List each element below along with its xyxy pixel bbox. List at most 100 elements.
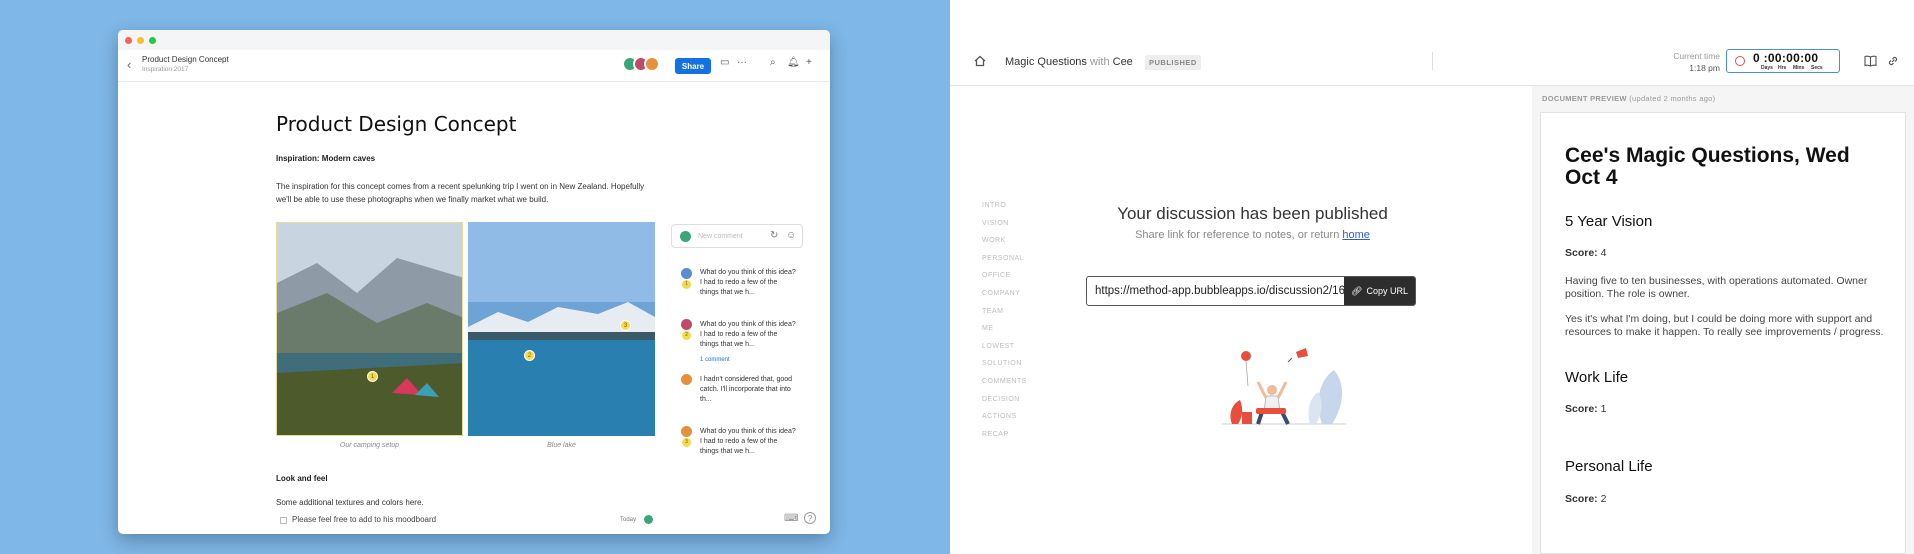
help-icon[interactable]: ?: [804, 512, 816, 524]
nav-item-recap[interactable]: RECAP: [982, 431, 1027, 449]
share-url-text[interactable]: https://method-app.bubbleapps.io/discuss…: [1095, 285, 1371, 297]
todo-text[interactable]: Please feel free to add to his moodboard: [292, 515, 436, 524]
timer-label: Hrs: [1778, 65, 1787, 71]
avatar: [681, 319, 692, 330]
collaborator-avatars[interactable]: [622, 56, 660, 72]
app-header: Magic Questions with Cee PUBLISHED Curre…: [950, 40, 1914, 86]
doc-title-small: Product Design Concept: [142, 55, 229, 64]
comment-number: 2: [682, 331, 691, 340]
avatar[interactable]: [644, 56, 660, 72]
timer-digits: 0 :00:00:00: [1753, 51, 1819, 65]
copy-url-button[interactable]: 🔗︎ Copy URL: [1344, 277, 1415, 305]
doc-title[interactable]: Product Design Concept: [276, 112, 516, 136]
comment-text[interactable]: What do you think of this idea? I had to…: [700, 427, 798, 457]
preview-document[interactable]: Cee's Magic Questions, Wed Oct 4 5 Year …: [1540, 112, 1906, 554]
copy-url-label: Copy URL: [1366, 286, 1408, 296]
current-time: 1:18 pm: [1689, 63, 1720, 73]
published-subtext-prefix: Share link for reference to notes, or re…: [1135, 229, 1340, 241]
comment-number: 1: [682, 280, 691, 289]
current-time-label: Current time: [1673, 51, 1720, 61]
screenshot-stage: { "left": { "toolbar": { "doc_title": "P…: [0, 0, 1914, 554]
add-icon[interactable]: +: [806, 57, 812, 68]
home-link[interactable]: home: [1342, 229, 1370, 241]
timer-label: Mins: [1793, 65, 1805, 71]
minimize-window-button[interactable]: [137, 36, 144, 44]
timer-label: Secs: [1811, 65, 1823, 71]
doc-paragraph[interactable]: The inspiration for this concept comes f…: [276, 180, 646, 206]
camping-photo[interactable]: 1: [276, 222, 463, 436]
search-icon[interactable]: ⌕: [770, 57, 776, 68]
comment-replies-link[interactable]: 1 comment: [700, 357, 730, 363]
photo-comment-pin[interactable]: 3: [620, 320, 631, 331]
photo-caption: Blue lake: [547, 442, 576, 449]
more-icon[interactable]: ···: [737, 57, 747, 68]
nav-item-company[interactable]: COMPANY: [982, 290, 1027, 308]
nav-item-actions[interactable]: ACTIONS: [982, 413, 1027, 431]
bell-icon[interactable]: 🔔︎: [787, 57, 800, 68]
nav-item-me[interactable]: ME: [982, 325, 1027, 343]
camping-photo-image: [277, 223, 462, 435]
right-panel: Magic Questions with Cee PUBLISHED Curre…: [950, 0, 1914, 554]
back-arrow-icon[interactable]: ‹: [127, 57, 131, 72]
published-heading: Your discussion has been published: [1117, 204, 1388, 223]
preview-label: DOCUMENT PREVIEW (updated 2 months ago): [1542, 94, 1715, 103]
refresh-icon[interactable]: ↻: [770, 230, 778, 241]
photo-caption: Our camping setup: [339, 442, 400, 449]
photo-comment-pin[interactable]: 2: [524, 350, 535, 361]
countdown-timer[interactable]: 0 :00:00:00 Days Hrs Mins Secs: [1726, 49, 1840, 73]
lake-photo[interactable]: 2 3: [468, 222, 655, 436]
today-label: Today: [620, 517, 637, 523]
section-heading: 5 Year Vision: [1565, 213, 1653, 230]
document-preview-panel: DOCUMENT PREVIEW (updated 2 months ago) …: [1532, 86, 1914, 554]
score-label: Score:: [1565, 403, 1598, 415]
nav-item-personal[interactable]: PERSONAL: [982, 255, 1027, 273]
look-text[interactable]: Some additional textures and colors here…: [276, 498, 424, 507]
timer-icon: [1735, 56, 1745, 66]
nav-item-decision[interactable]: DECISION: [982, 396, 1027, 414]
photo-comment-pin[interactable]: 1: [367, 371, 378, 382]
section-score: Score: 4: [1565, 247, 1606, 259]
nav-item-lowest[interactable]: LOWEST: [982, 343, 1027, 361]
share-url-field[interactable]: https://method-app.bubbleapps.io/discuss…: [1086, 276, 1416, 306]
book-icon[interactable]: [1864, 55, 1877, 67]
nav-item-office[interactable]: OFFICE: [982, 272, 1027, 290]
preview-doc-title: Cee's Magic Questions, Wed Oct 4: [1565, 144, 1850, 189]
comment-text[interactable]: What do you think of this idea? I had to…: [700, 320, 798, 350]
keyboard-icon[interactable]: ⌨: [784, 513, 798, 524]
home-icon[interactable]: [974, 55, 986, 67]
comment-text[interactable]: I hadn't considered that, good catch. I'…: [700, 375, 798, 405]
title-with: with: [1090, 56, 1110, 68]
present-icon[interactable]: ▭: [720, 57, 729, 68]
section-heading: Personal Life: [1565, 458, 1653, 475]
section-text: Having five to ten businesses, with oper…: [1565, 275, 1868, 300]
nav-item-team[interactable]: TEAM: [982, 308, 1027, 326]
avatar: [680, 231, 691, 242]
comment-text[interactable]: What do you think of this idea? I had to…: [700, 268, 798, 298]
divider: [1432, 52, 1433, 70]
avatar: [681, 374, 692, 385]
new-comment-input[interactable]: New comment ↻ ☺: [671, 224, 803, 248]
close-window-button[interactable]: [125, 36, 132, 44]
nav-item-solution[interactable]: SOLUTION: [982, 360, 1027, 378]
nav-item-comments[interactable]: COMMENTS: [982, 378, 1027, 396]
link-icon[interactable]: [1887, 55, 1899, 67]
score-label: Score:: [1565, 493, 1598, 505]
new-comment-placeholder: New comment: [698, 233, 743, 240]
section-text: Yes it's what I'm doing, but I could be …: [1565, 313, 1884, 338]
inspiration-heading[interactable]: Inspiration: Modern caves: [276, 154, 375, 163]
score-label: Score:: [1565, 247, 1598, 259]
section-score: Score: 1: [1565, 403, 1606, 415]
published-subtext: Share link for reference to notes, or re…: [950, 229, 1555, 241]
left-panel-background: ‹ Product Design Concept Inspiration 201…: [0, 0, 950, 554]
todo-checkbox[interactable]: [280, 517, 287, 524]
window-titlebar: [118, 30, 830, 50]
emoji-icon[interactable]: ☺: [786, 230, 796, 241]
title-name: Magic Questions: [1005, 56, 1087, 68]
avatar: [681, 426, 692, 437]
doc-subtitle-small: Inspiration 2017: [142, 66, 189, 73]
maximize-window-button[interactable]: [149, 36, 156, 44]
celebration-illustration: [1222, 348, 1346, 425]
share-button[interactable]: Share: [675, 58, 711, 74]
discussion-title: Magic Questions with Cee: [1005, 56, 1133, 68]
look-heading[interactable]: Look and feel: [276, 474, 328, 483]
